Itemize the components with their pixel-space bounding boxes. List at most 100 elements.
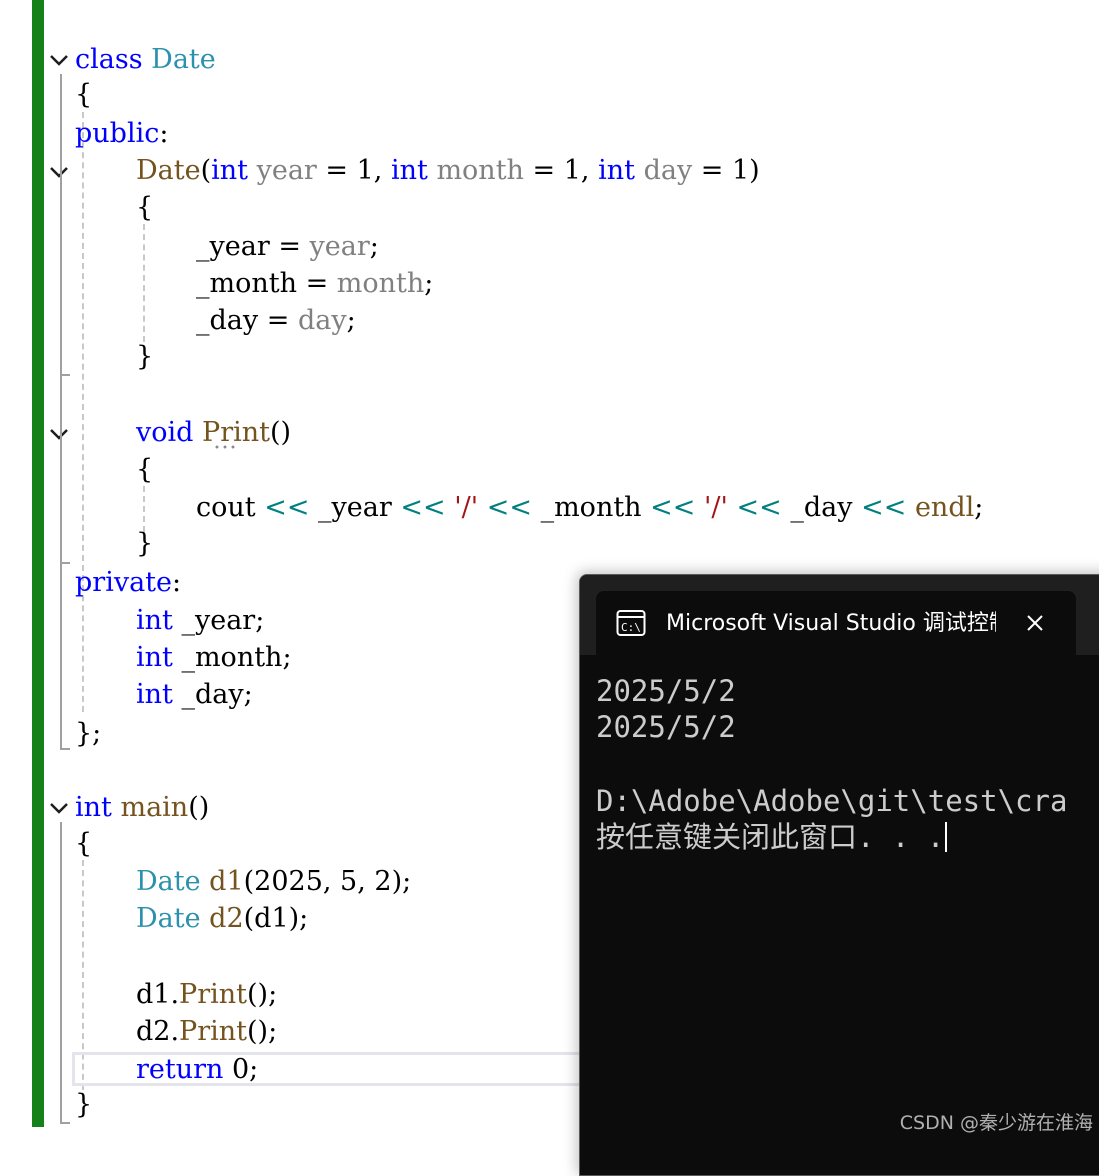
code-token: { <box>136 454 154 485</box>
code-token: () <box>188 792 210 823</box>
code-token: d2. <box>136 1016 180 1047</box>
code-token: _year <box>309 492 401 523</box>
code-token: private <box>75 567 173 598</box>
code-token: int <box>211 155 248 186</box>
code-line[interactable]: } <box>136 526 153 562</box>
code-line[interactable]: int _day; <box>136 677 253 713</box>
console-prompt-text: 按任意键关闭此窗口. . . <box>596 820 945 854</box>
code-token: day <box>643 155 693 186</box>
code-token: public <box>75 118 160 149</box>
code-token: << <box>650 492 696 523</box>
code-token: ; <box>424 268 434 299</box>
code-token: { <box>75 79 93 110</box>
code-token: = 1) <box>692 155 760 186</box>
intellisense-suggestion-dots <box>213 445 239 449</box>
code-line[interactable]: Date d1(2025, 5, 2); <box>136 864 411 900</box>
code-token: int <box>390 155 428 186</box>
code-line[interactable]: d2.Print(); <box>136 1014 277 1050</box>
code-token: << <box>736 492 782 523</box>
code-token: Date <box>136 903 201 934</box>
code-line[interactable]: d1.Print(); <box>136 977 277 1013</box>
code-token: year <box>256 155 317 186</box>
code-token: ( <box>200 155 212 186</box>
console-titlebar[interactable]: C:\ Microsoft Visual Studio 调试控制台 <box>580 575 1099 655</box>
code-token: return <box>136 1054 224 1085</box>
code-token: << <box>486 492 532 523</box>
code-line[interactable]: int _year; <box>136 603 264 639</box>
code-token: _day <box>781 492 862 523</box>
code-token: (2025, 5, 2); <box>243 866 412 897</box>
code-token: _year = <box>196 231 310 262</box>
code-line[interactable]: } <box>75 1087 92 1123</box>
code-token: _month; <box>172 642 292 673</box>
code-token: Print <box>179 1016 247 1047</box>
code-token: _year; <box>172 605 265 636</box>
code-token: << <box>861 492 907 523</box>
code-line[interactable]: { <box>136 452 153 488</box>
code-token: class <box>75 44 143 75</box>
code-line[interactable]: { <box>75 826 92 862</box>
debug-console-window[interactable]: C:\ Microsoft Visual Studio 调试控制台 2025/5… <box>579 574 1099 1176</box>
code-token: d1. <box>136 979 180 1010</box>
code-token: { <box>136 192 154 223</box>
code-line[interactable]: Date(int year = 1, int month = 1, int da… <box>136 153 760 189</box>
code-line[interactable]: class Date <box>75 42 216 78</box>
code-line[interactable]: } <box>136 339 153 375</box>
code-token: year <box>309 231 370 262</box>
code-token: Print <box>179 979 247 1010</box>
code-token: '/' <box>454 492 479 523</box>
close-icon[interactable] <box>1022 610 1048 636</box>
code-token: _day = <box>196 305 298 336</box>
code-token: d2 <box>209 903 244 934</box>
code-token: main <box>120 792 189 823</box>
code-token: ; <box>346 305 356 336</box>
code-token: int <box>136 642 173 673</box>
console-output-line: D:\Adobe\Adobe\git\test\cra <box>596 784 1068 818</box>
code-token: = 1, <box>523 155 599 186</box>
code-line[interactable]: public: <box>75 116 168 152</box>
code-token: 0; <box>223 1054 259 1085</box>
svg-text:C:\: C:\ <box>621 621 641 634</box>
console-output-line: 2025/5/2 <box>596 710 736 744</box>
code-token: int <box>136 679 173 710</box>
code-token: day <box>297 305 347 336</box>
code-line[interactable]: int _month; <box>136 640 292 676</box>
code-line[interactable]: { <box>75 77 92 113</box>
code-token: int <box>136 605 173 636</box>
code-token: Print <box>202 417 270 448</box>
console-tab[interactable]: C:\ Microsoft Visual Studio 调试控制台 <box>596 591 1076 655</box>
code-line[interactable]: int main() <box>75 790 209 826</box>
code-line[interactable]: private: <box>75 565 181 601</box>
code-token: (); <box>247 979 278 1010</box>
code-token: int <box>75 792 112 823</box>
console-tab-title: Microsoft Visual Studio 调试控制台 <box>666 611 996 636</box>
code-line[interactable]: Date d2(d1); <box>136 901 308 937</box>
code-token: << <box>400 492 446 523</box>
console-prompt-line[interactable]: 按任意键关闭此窗口. . . <box>596 819 948 855</box>
code-line[interactable]: _day = day; <box>196 303 356 339</box>
code-line[interactable]: }; <box>75 716 101 752</box>
code-token: _month <box>532 492 651 523</box>
code-token: Date <box>136 866 201 897</box>
code-token: () <box>269 417 292 448</box>
code-token: Date <box>136 155 201 186</box>
code-line[interactable]: _year = year; <box>196 229 379 265</box>
code-line[interactable]: cout << _year << '/' << _month << '/' <<… <box>196 490 983 526</box>
code-token: _day; <box>172 679 253 710</box>
code-line[interactable]: return 0; <box>136 1052 258 1088</box>
code-token: } <box>136 341 154 372</box>
code-token: : <box>172 567 182 598</box>
code-line[interactable]: { <box>136 190 153 226</box>
code-token: Date <box>151 44 216 75</box>
watermark: CSDN @秦少游在淮海 <box>899 1112 1093 1134</box>
code-line[interactable]: _month = month; <box>196 266 433 302</box>
